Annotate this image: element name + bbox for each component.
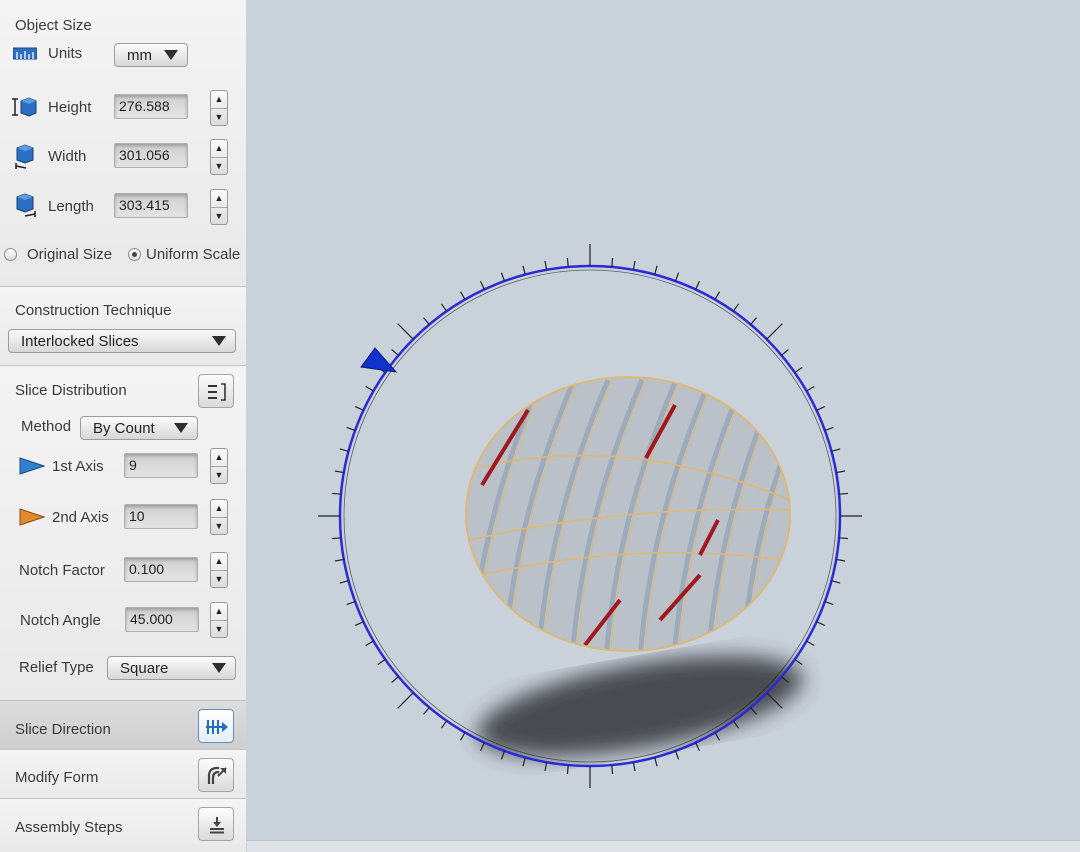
length-label: Length: [48, 198, 94, 215]
length-cube-icon: [14, 193, 38, 223]
ring-tick: [611, 764, 614, 775]
3d-viewport[interactable]: [247, 0, 1080, 852]
stepper-down-icon[interactable]: ▼: [211, 517, 227, 535]
axis2-stepper[interactable]: ▲ ▼: [210, 499, 228, 535]
assembly-steps-button[interactable]: [198, 807, 234, 841]
settings-panel: Object Size Units mm Height 276.588 ▲ ▼ …: [0, 0, 246, 852]
relief-type-dropdown[interactable]: Square: [107, 656, 236, 680]
object-size-title: Object Size: [15, 17, 92, 34]
modify-form-step[interactable]: Modify Form: [0, 750, 246, 799]
method-value: By Count: [93, 420, 155, 437]
technique-value: Interlocked Slices: [21, 333, 139, 350]
slice-direction-button[interactable]: [198, 709, 234, 743]
axis1-field[interactable]: 9: [124, 453, 198, 478]
stepper-up-icon[interactable]: ▲: [211, 553, 227, 570]
stepper-up-icon[interactable]: ▲: [211, 603, 227, 620]
axis1-label: 1st Axis: [52, 458, 104, 475]
ring-tick: [331, 492, 342, 495]
original-size-radio[interactable]: [4, 248, 17, 261]
width-field[interactable]: 301.056: [114, 143, 188, 168]
axis2-field[interactable]: 10: [124, 504, 198, 529]
ring-tick: [838, 492, 849, 495]
stepper-down-icon[interactable]: ▼: [211, 207, 227, 225]
original-size-label[interactable]: Original Size: [27, 246, 112, 263]
units-value: mm: [127, 47, 152, 64]
relief-type-label: Relief Type: [19, 659, 94, 676]
height-stepper[interactable]: ▲ ▼: [210, 90, 228, 126]
chevron-down-icon: [212, 663, 226, 673]
uniform-scale-radio[interactable]: [128, 248, 141, 261]
assembly-steps-label: Assembly Steps: [15, 819, 123, 836]
axis1-triangle-icon: [19, 457, 46, 479]
viewport-bottom-edge: [247, 840, 1080, 852]
slice-distribution-title: Slice Distribution: [15, 382, 127, 399]
distribution-list-icon: [207, 383, 227, 405]
notch-factor-stepper[interactable]: ▲ ▼: [210, 552, 228, 588]
height-field[interactable]: 276.588: [114, 94, 188, 119]
stepper-up-icon[interactable]: ▲: [211, 500, 227, 517]
width-cube-icon: [14, 144, 38, 174]
object-size-section: Object Size Units mm Height 276.588 ▲ ▼ …: [0, 0, 246, 287]
stepper-down-icon[interactable]: ▼: [211, 108, 227, 126]
stepper-up-icon[interactable]: ▲: [211, 140, 227, 157]
modify-form-icon: [207, 766, 227, 790]
width-stepper[interactable]: ▲ ▼: [210, 139, 228, 175]
chevron-down-icon: [212, 336, 226, 346]
axis2-triangle-icon: [19, 508, 46, 530]
construction-section: Construction Technique Interlocked Slice…: [0, 287, 246, 366]
notch-factor-field[interactable]: 0.100: [124, 557, 198, 582]
ring-tick: [331, 537, 342, 540]
ring-tick: [611, 257, 614, 268]
notch-angle-stepper[interactable]: ▲ ▼: [210, 602, 228, 638]
method-label: Method: [21, 418, 72, 435]
slice-direction-icon: [205, 719, 229, 739]
stepper-up-icon[interactable]: ▲: [211, 91, 227, 108]
distribution-options-button[interactable]: [198, 374, 234, 408]
slice-distribution-section: Slice Distribution Method By Count 1st A…: [0, 366, 246, 701]
axis2-label: 2nd Axis: [52, 509, 109, 526]
width-label: Width: [48, 148, 87, 165]
stepper-down-icon[interactable]: ▼: [211, 570, 227, 588]
assembly-steps-icon: [208, 816, 226, 838]
modify-form-button[interactable]: [198, 758, 234, 792]
chevron-down-icon: [164, 50, 178, 60]
height-label: Height: [48, 99, 92, 116]
chevron-down-icon: [174, 423, 188, 433]
ring-tick: [566, 764, 569, 775]
slice-direction-label: Slice Direction: [15, 721, 111, 738]
ruler-icon: [12, 46, 38, 64]
notch-factor-label: Notch Factor: [19, 562, 105, 579]
technique-dropdown[interactable]: Interlocked Slices: [8, 329, 236, 353]
height-cube-icon: [12, 96, 38, 122]
assembly-steps-step[interactable]: Assembly Steps: [0, 799, 246, 852]
ring-tick: [566, 257, 569, 268]
modify-form-label: Modify Form: [15, 769, 99, 786]
construction-title: Construction Technique: [15, 302, 172, 319]
relief-type-value: Square: [120, 660, 169, 677]
axis1-stepper[interactable]: ▲ ▼: [210, 448, 228, 484]
stepper-down-icon[interactable]: ▼: [211, 157, 227, 175]
notch-angle-field[interactable]: 45.000: [125, 607, 199, 632]
units-dropdown[interactable]: mm: [114, 43, 188, 67]
method-dropdown[interactable]: By Count: [80, 416, 198, 440]
notch-angle-label: Notch Angle: [20, 612, 101, 629]
uniform-scale-label[interactable]: Uniform Scale: [146, 246, 240, 263]
length-stepper[interactable]: ▲ ▼: [210, 189, 228, 225]
length-field[interactable]: 303.415: [114, 193, 188, 218]
stepper-up-icon[interactable]: ▲: [211, 449, 227, 466]
ring-tick: [838, 537, 849, 540]
slice-direction-step[interactable]: Slice Direction: [0, 701, 246, 750]
stepper-down-icon[interactable]: ▼: [211, 620, 227, 638]
units-label: Units: [48, 45, 83, 62]
stepper-up-icon[interactable]: ▲: [211, 190, 227, 207]
stepper-down-icon[interactable]: ▼: [211, 466, 227, 484]
